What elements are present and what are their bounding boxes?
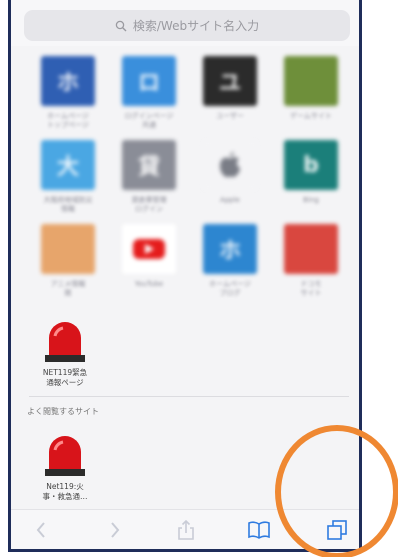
- favorite-label: YouTube: [134, 280, 164, 288]
- back-button[interactable]: [29, 519, 53, 541]
- favorite-label: 貸倉庫管理 ログイン: [131, 196, 167, 213]
- chevron-left-icon: [36, 522, 45, 538]
- frequent-site-net119-label: Net119:火 事・救急通…: [42, 482, 88, 501]
- forward-button[interactable]: [103, 519, 127, 541]
- search-input[interactable]: 検索/Webサイト名入力: [24, 10, 350, 41]
- favorite-icon: [33, 222, 103, 276]
- favorite-icon: 貸: [114, 138, 184, 192]
- address-bar-area: 検索/Webサイト名入力: [11, 0, 359, 46]
- chevron-right-icon: [111, 522, 120, 538]
- share-icon: [178, 519, 194, 540]
- search-placeholder: 検索/Webサイト名入力: [132, 19, 260, 33]
- favorite-item[interactable]: ホホームページ トップページ: [33, 54, 103, 144]
- favorite-icon: 大: [33, 138, 103, 192]
- section-divider: [29, 396, 349, 397]
- favorite-label: ホームページ ブログ: [209, 280, 251, 297]
- siren-icon: [45, 322, 85, 362]
- favorite-label: ホームページ トップページ: [47, 112, 89, 129]
- favorite-item[interactable]: b Bing: [276, 138, 346, 228]
- highlight-circle: [275, 425, 398, 557]
- favorite-icon: ユ: [195, 54, 265, 108]
- favorite-item[interactable]: アニメ情報 館: [33, 222, 103, 312]
- favorite-icon: [276, 54, 346, 108]
- frequent-sites-title: よく閲覧するサイト: [27, 407, 99, 416]
- favorite-net119-label: NET119緊急 通報ページ: [42, 368, 88, 387]
- favorite-item[interactable]: ゲームサイト: [276, 54, 346, 144]
- favorite-icon-glyph: [284, 56, 338, 106]
- favorite-icon-glyph: 大: [41, 140, 95, 190]
- favorite-icon: b: [276, 138, 346, 192]
- favorite-icon-glyph: [203, 140, 257, 190]
- favorite-icon: [114, 222, 184, 276]
- favorite-label: Bing: [303, 196, 319, 204]
- favorite-icon: [276, 222, 346, 276]
- favorite-label: ユーザー: [216, 112, 244, 120]
- favorite-item[interactable]: ホホームページ ブログ: [195, 222, 265, 312]
- favorite-item[interactable]: YouTube: [114, 222, 184, 312]
- favorite-icon-glyph: ユ: [203, 56, 257, 106]
- favorite-icon: ロ: [114, 54, 184, 108]
- favorite-item[interactable]: ドコモ サイト: [276, 222, 346, 312]
- search-icon: [115, 20, 127, 31]
- siren-icon: [45, 436, 85, 476]
- favorite-icon-glyph: [122, 224, 176, 274]
- favorite-icon-glyph: [41, 224, 95, 274]
- favorite-item[interactable]: ロログインページ 共通: [114, 54, 184, 144]
- favorite-item[interactable]: Apple: [195, 138, 265, 228]
- favorite-item[interactable]: 大大阪府地域防災 情報: [33, 138, 103, 228]
- favorite-icon-glyph: 貸: [122, 140, 176, 190]
- favorite-icon-glyph: ロ: [122, 56, 176, 106]
- favorite-icon: ホ: [195, 222, 265, 276]
- favorite-icon-glyph: [284, 224, 338, 274]
- favorite-icon: ホ: [33, 54, 103, 108]
- bookmarks-button[interactable]: [247, 519, 271, 541]
- book-icon: [248, 521, 270, 539]
- share-button[interactable]: [174, 519, 198, 541]
- favorite-icon-glyph: ホ: [41, 56, 95, 106]
- favorite-label: ゲームサイト: [290, 112, 332, 120]
- favorite-icon-glyph: b: [284, 140, 338, 190]
- favorite-label: 大阪府地域防災 情報: [43, 196, 93, 213]
- favorite-label: ログインページ 共通: [124, 112, 174, 129]
- favorite-item[interactable]: 貸貸倉庫管理 ログイン: [114, 138, 184, 228]
- favorite-label: ドコモ サイト: [300, 280, 322, 297]
- favorite-label: Apple: [220, 196, 240, 204]
- favorite-icon-glyph: ホ: [203, 224, 257, 274]
- favorite-label: アニメ情報 館: [50, 280, 86, 297]
- favorite-item[interactable]: ユユーザー: [195, 54, 265, 144]
- favorite-icon: [195, 138, 265, 192]
